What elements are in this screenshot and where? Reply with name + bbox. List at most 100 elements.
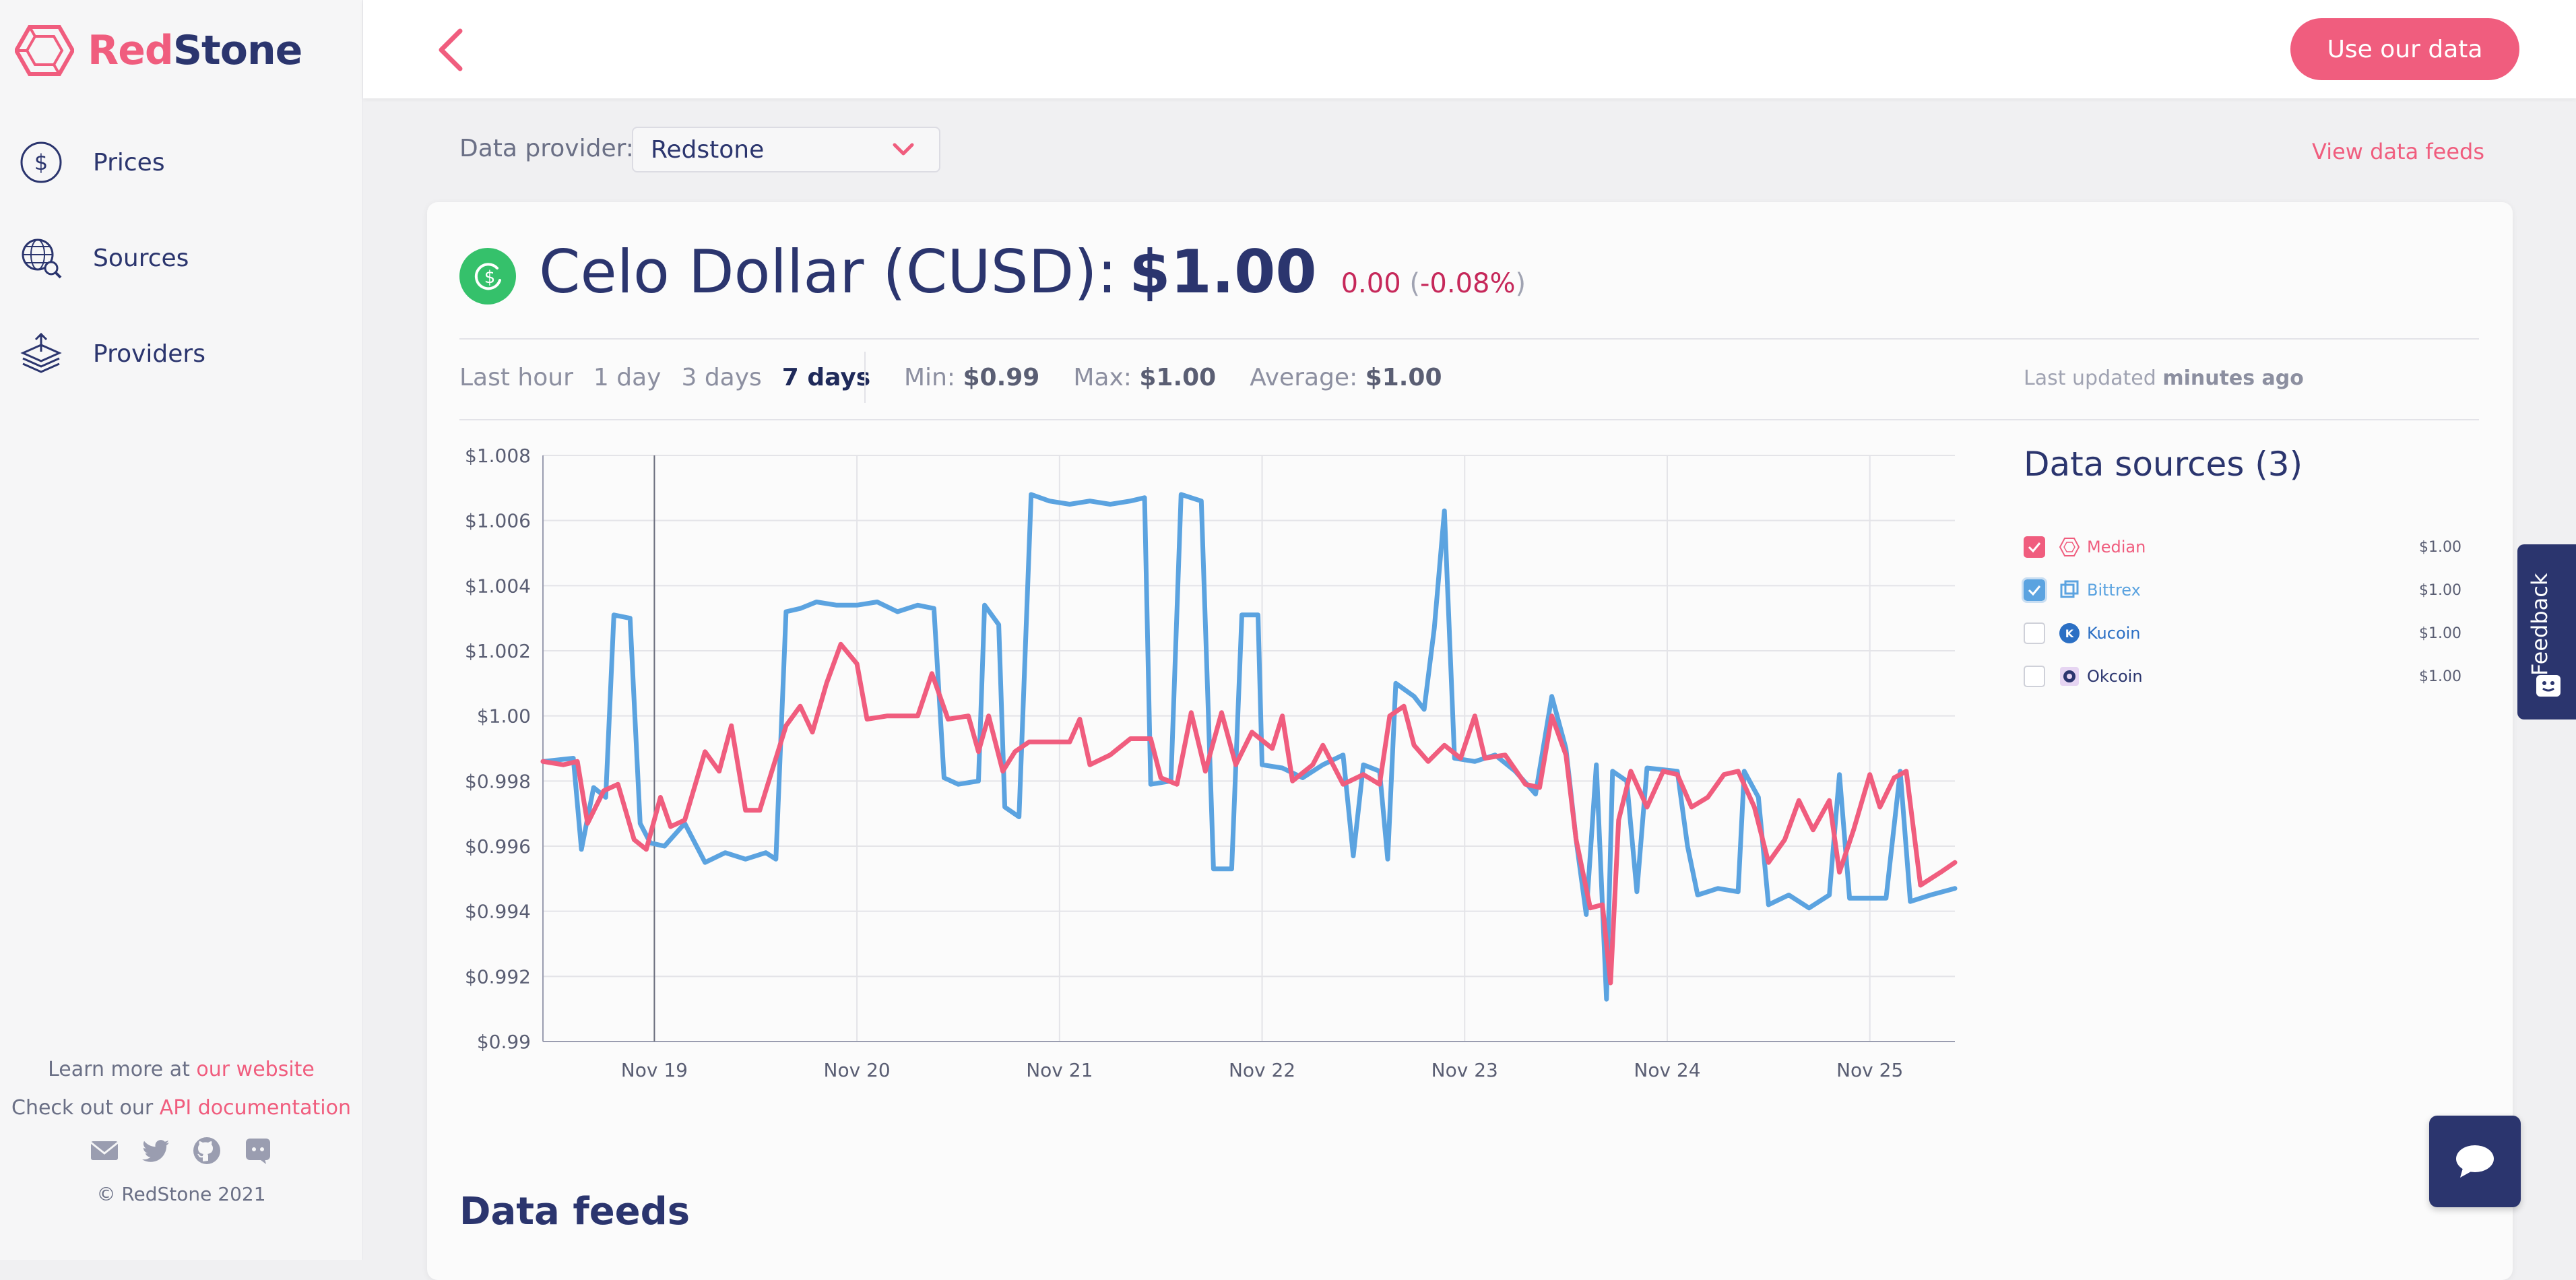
sidebar-footer: Learn more at our website Check out our … xyxy=(0,1058,362,1205)
sidebar-item-prices[interactable]: $ Prices xyxy=(19,115,205,210)
x-tick-label: Nov 22 xyxy=(1229,1059,1295,1081)
svg-text:K: K xyxy=(2065,627,2074,640)
feedback-tab[interactable]: Feedback xyxy=(2517,544,2576,719)
social-links xyxy=(0,1134,362,1167)
period-3-days[interactable]: 3 days xyxy=(681,364,761,391)
data-feeds-title: Data feeds xyxy=(459,1190,690,1234)
data-provider-select[interactable]: Redstone xyxy=(632,127,940,172)
kucoin-icon: K xyxy=(2059,623,2080,643)
cusd-glyph-icon: $ xyxy=(474,263,501,290)
view-data-feeds-link[interactable]: View data feeds xyxy=(2312,139,2484,164)
price-chart[interactable]: $1.008 $1.006 $1.004 $1.002 $1.00 $0.998 $0.99… xyxy=(445,431,1967,1091)
y-tick-label: $1.008 xyxy=(465,445,531,467)
token-name: Celo Dollar (CUSD): xyxy=(539,237,1118,307)
feedback-face-icon xyxy=(2536,675,2561,697)
website-link[interactable]: our website xyxy=(196,1058,314,1081)
okcoin-checkbox[interactable] xyxy=(2024,666,2045,687)
paren-close: ) xyxy=(1515,268,1526,299)
data-source-bittrex[interactable]: Bittrex $1.00 xyxy=(2022,569,2461,612)
x-tick-label: Nov 24 xyxy=(1634,1059,1700,1081)
data-source-median[interactable]: Median $1.00 xyxy=(2024,525,2461,569)
brand-logo-link[interactable]: RedStone xyxy=(15,24,302,77)
period-last-hour[interactable]: Last hour xyxy=(459,364,573,391)
data-sources-list: Median $1.00 Bittrex $1.00 K Kucoin $1.0… xyxy=(2022,525,2461,698)
y-tick-label: $0.99 xyxy=(477,1031,531,1053)
price-stats: Min: $0.99 Max: $1.00 Average: $1.00 xyxy=(904,364,1442,391)
celo-dollar-token-icon: $ xyxy=(459,248,516,305)
sidebar-item-label: Prices xyxy=(93,148,165,177)
top-header: Use our data xyxy=(363,0,2576,98)
sidebar-item-label: Providers xyxy=(93,340,205,368)
learn-more-text: Learn more at xyxy=(48,1058,197,1081)
github-icon[interactable] xyxy=(191,1134,223,1167)
api-documentation-link[interactable]: API documentation xyxy=(160,1096,351,1120)
sidebar: RedStone $ Prices Sources Providers Lear… xyxy=(0,0,363,1260)
stat-min: Min: $0.99 xyxy=(904,364,1039,391)
back-chevron-icon[interactable] xyxy=(430,24,471,75)
median-icon xyxy=(2059,538,2080,556)
stat-avg-value: $1.00 xyxy=(1365,364,1442,391)
chat-widget-button[interactable] xyxy=(2429,1116,2521,1207)
y-tick-label: $0.992 xyxy=(465,965,531,988)
sidebar-item-providers[interactable]: Providers xyxy=(19,306,205,402)
last-updated-value: minutes ago xyxy=(2162,366,2304,390)
x-tick-label: Nov 25 xyxy=(1836,1059,1903,1081)
price-change-pct: -0.08% xyxy=(1419,268,1516,299)
bittrex-checkbox[interactable] xyxy=(2022,577,2047,603)
use-our-data-button[interactable]: Use our data xyxy=(2290,18,2519,80)
bittrex-icon xyxy=(2060,580,2079,598)
checkmark-icon xyxy=(2028,585,2041,596)
sidebar-item-label: Sources xyxy=(93,244,189,272)
okcoin-icon xyxy=(2060,667,2079,686)
period-1-day[interactable]: 1 day xyxy=(593,364,662,391)
brand-name-red: Red xyxy=(88,27,174,74)
paren-open: ( xyxy=(1409,268,1420,299)
stat-max: Max: $1.00 xyxy=(1073,364,1216,391)
y-tick-label: $1.006 xyxy=(465,510,531,532)
price-change-abs: 0.00 xyxy=(1341,268,1401,299)
stat-avg-label: Average: xyxy=(1250,364,1358,391)
x-tick-label: Nov 23 xyxy=(1431,1059,1498,1081)
email-icon[interactable] xyxy=(88,1134,121,1167)
y-tick-label: $0.998 xyxy=(465,770,531,792)
discord-icon[interactable] xyxy=(242,1134,274,1167)
stats-separator xyxy=(864,352,866,403)
data-source-name: Bittrex xyxy=(2087,581,2141,600)
stat-max-value: $1.00 xyxy=(1139,364,1217,391)
api-docs-text: Check out our xyxy=(11,1096,160,1120)
sidebar-item-sources[interactable]: Sources xyxy=(19,210,205,306)
last-updated-label: Last updated xyxy=(2024,366,2163,390)
checkmark-icon xyxy=(2028,542,2041,553)
data-source-value: $1.00 xyxy=(2419,668,2461,685)
dollar-circle-icon: $ xyxy=(20,141,62,183)
data-source-value: $1.00 xyxy=(2419,538,2461,556)
data-provider-label: Data provider: xyxy=(459,135,634,162)
token-price: $1.00 xyxy=(1129,237,1317,307)
period-selector: Last hour 1 day 3 days 7 days xyxy=(459,364,870,391)
brand-name: RedStone xyxy=(88,27,302,74)
divider-bottom xyxy=(459,419,2479,420)
data-source-kucoin[interactable]: K Kucoin $1.00 xyxy=(2024,612,2461,655)
copyright: © RedStone 2021 xyxy=(96,1183,266,1205)
series-line-0 xyxy=(540,492,1958,1002)
globe-search-icon xyxy=(22,238,62,279)
stat-min-value: $0.99 xyxy=(963,364,1040,391)
svg-text:$: $ xyxy=(484,267,496,288)
stat-average: Average: $1.00 xyxy=(1250,364,1442,391)
data-source-okcoin[interactable]: Okcoin $1.00 xyxy=(2024,655,2461,698)
divider-top xyxy=(459,338,2479,340)
kucoin-checkbox[interactable] xyxy=(2024,622,2045,644)
data-source-value: $1.00 xyxy=(2419,581,2461,599)
chevron-down-icon xyxy=(893,143,914,156)
stat-max-label: Max: xyxy=(1073,364,1132,391)
svg-text:$: $ xyxy=(34,150,48,175)
last-updated: Last updated minutes ago xyxy=(2024,366,2304,390)
period-7-days[interactable]: 7 days xyxy=(782,364,870,391)
data-source-name: Kucoin xyxy=(2087,624,2141,643)
redstone-logo-icon xyxy=(15,25,74,76)
data-provider-value: Redstone xyxy=(651,136,765,164)
y-tick-label: $1.004 xyxy=(465,575,531,597)
twitter-icon[interactable] xyxy=(139,1134,172,1167)
median-checkbox[interactable] xyxy=(2024,536,2045,558)
data-sources-title: Data sources (3) xyxy=(2024,445,2303,484)
